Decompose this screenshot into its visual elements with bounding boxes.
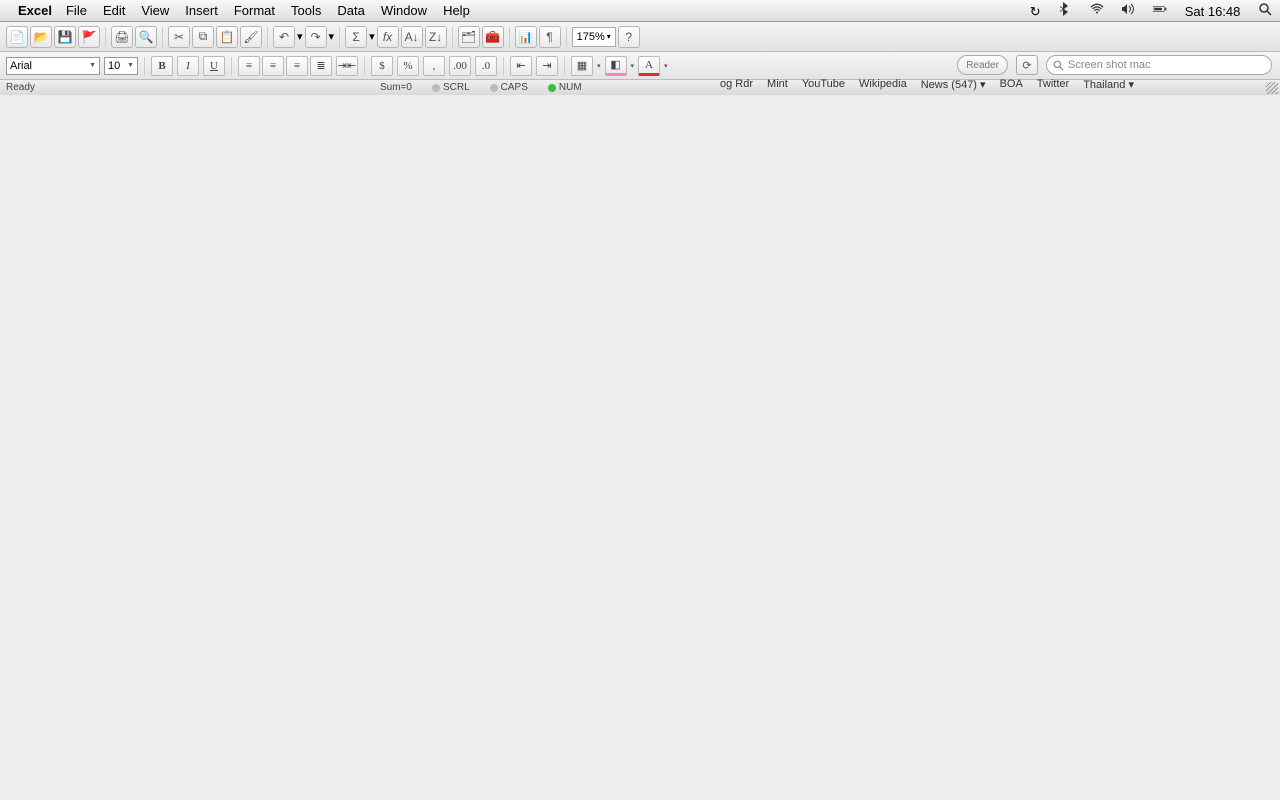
- chart-icon[interactable]: 📊: [515, 26, 537, 48]
- merge-cells-icon[interactable]: ⇥⇤: [336, 56, 358, 76]
- justify-icon[interactable]: ≣: [310, 56, 332, 76]
- menu-format[interactable]: Format: [234, 3, 275, 18]
- volume-icon[interactable]: [1121, 2, 1135, 16]
- reload-icon[interactable]: ⟳: [1016, 55, 1038, 75]
- formatting-toolbar: Arial▼ 10▼ B I U ≡ ≡ ≡ ≣ ⇥⇤ $ % , .00 .0…: [0, 52, 1280, 80]
- font-size-selector[interactable]: 10▼: [104, 57, 138, 75]
- font-size: 10: [108, 60, 120, 72]
- increase-decimal-icon[interactable]: .00: [449, 56, 471, 76]
- percent-icon[interactable]: %: [397, 56, 419, 76]
- new-workbook-icon[interactable]: 📄: [6, 26, 28, 48]
- borders-icon[interactable]: ▦: [571, 56, 593, 76]
- comma-icon[interactable]: ,: [423, 56, 445, 76]
- font-selector[interactable]: Arial▼: [6, 57, 100, 75]
- menu-insert[interactable]: Insert: [185, 3, 218, 18]
- menu-tools[interactable]: Tools: [291, 3, 321, 18]
- align-center-icon[interactable]: ≡: [262, 56, 284, 76]
- resize-corner[interactable]: [1266, 82, 1278, 94]
- redo-icon[interactable]: ↷: [305, 26, 327, 48]
- browser-search-field[interactable]: Screen shot mac: [1046, 55, 1272, 75]
- bookmark-item[interactable]: Wikipedia: [859, 78, 907, 92]
- zoom-value: 175%: [577, 31, 605, 43]
- open-icon[interactable]: 📂: [30, 26, 52, 48]
- mac-menubar: Excel File Edit View Insert Format Tools…: [0, 0, 1280, 22]
- save-icon[interactable]: 💾: [54, 26, 76, 48]
- menu-view[interactable]: View: [141, 3, 169, 18]
- bookmark-item[interactable]: Twitter: [1037, 78, 1069, 92]
- borders-dropdown-icon[interactable]: ▾: [597, 62, 601, 70]
- bold-button[interactable]: B: [151, 56, 173, 76]
- increase-indent-icon[interactable]: ⇥: [536, 56, 558, 76]
- bookmarks-bar-peek: og Rdr Mint YouTube Wikipedia News (547)…: [720, 78, 1240, 92]
- undo-icon[interactable]: ↶: [273, 26, 295, 48]
- menubar-right: ↻ Sat 16:48: [1016, 2, 1272, 20]
- clock-text[interactable]: Sat 16:48: [1185, 4, 1241, 19]
- autosum-icon[interactable]: Σ: [345, 26, 367, 48]
- function-icon[interactable]: fx: [377, 26, 399, 48]
- decrease-decimal-icon[interactable]: .0: [475, 56, 497, 76]
- menu-help[interactable]: Help: [443, 3, 470, 18]
- format-painter-icon[interactable]: 🖌: [240, 26, 262, 48]
- italic-button[interactable]: I: [177, 56, 199, 76]
- status-ready: Ready: [6, 82, 35, 93]
- search-placeholder: Screen shot mac: [1068, 59, 1151, 71]
- bluetooth-icon[interactable]: [1058, 2, 1072, 16]
- bookmark-item[interactable]: Mint: [767, 78, 788, 92]
- fill-color-dropdown-icon[interactable]: ▾: [631, 62, 635, 70]
- menu-edit[interactable]: Edit: [103, 3, 125, 18]
- bookmark-item[interactable]: News (547) ▾: [921, 78, 986, 92]
- search-icon: [1053, 60, 1064, 71]
- reader-button[interactable]: Reader: [957, 55, 1008, 75]
- status-sum: Sum=0: [380, 82, 412, 93]
- spotlight-icon[interactable]: [1258, 2, 1272, 16]
- align-right-icon[interactable]: ≡: [286, 56, 308, 76]
- app-menu[interactable]: Excel: [18, 3, 52, 18]
- excel-window: c OS X 📄 📂 💾 🚩 🖨 🔍 ✂ ⧉ 📋 🖌 ↶▾ ↷▾ Σ▾ fx A…: [0, 22, 1280, 95]
- bookmark-item[interactable]: Thailand ▾: [1083, 78, 1134, 92]
- standard-toolbar: 📄 📂 💾 🚩 🖨 🔍 ✂ ⧉ 📋 🖌 ↶▾ ↷▾ Σ▾ fx A↓ Z↓ 🗂 …: [0, 22, 1280, 52]
- toolbox-icon[interactable]: 🧰: [482, 26, 504, 48]
- align-left-icon[interactable]: ≡: [238, 56, 260, 76]
- copy-icon[interactable]: ⧉: [192, 26, 214, 48]
- battery-icon[interactable]: [1153, 2, 1167, 16]
- font-color-dropdown-icon[interactable]: ▾: [664, 62, 668, 70]
- print-icon[interactable]: 🖨: [111, 26, 133, 48]
- status-num: NUM: [548, 82, 582, 93]
- status-caps: CAPS: [490, 82, 528, 93]
- bookmark-item[interactable]: og Rdr: [720, 78, 753, 92]
- print-preview-icon[interactable]: 🔍: [135, 26, 157, 48]
- redo-dropdown-icon[interactable]: ▾: [329, 30, 335, 43]
- timemachine-icon[interactable]: ↻: [1030, 4, 1041, 20]
- menu-file[interactable]: File: [66, 3, 87, 18]
- font-name: Arial: [10, 60, 32, 72]
- fill-color-icon[interactable]: ◧: [605, 56, 627, 76]
- zoom-selector[interactable]: 175%▾: [572, 27, 616, 47]
- undo-dropdown-icon[interactable]: ▾: [297, 30, 303, 43]
- gallery-icon[interactable]: 🗂: [458, 26, 480, 48]
- sort-desc-icon[interactable]: Z↓: [425, 26, 447, 48]
- status-scrl: SCRL: [432, 82, 470, 93]
- font-color-icon[interactable]: A: [638, 56, 660, 76]
- flag-icon[interactable]: 🚩: [78, 26, 100, 48]
- bookmark-item[interactable]: BOA: [1000, 78, 1023, 92]
- show-hide-icon[interactable]: ¶: [539, 26, 561, 48]
- decrease-indent-icon[interactable]: ⇤: [510, 56, 532, 76]
- autosum-dropdown-icon[interactable]: ▾: [369, 30, 375, 43]
- safari-toolbar-peek: Reader ⟳ Screen shot mac: [957, 55, 1272, 75]
- wifi-icon[interactable]: [1090, 2, 1104, 16]
- help-icon[interactable]: ?: [618, 26, 640, 48]
- paste-icon[interactable]: 📋: [216, 26, 238, 48]
- menu-window[interactable]: Window: [381, 3, 427, 18]
- sort-asc-icon[interactable]: A↓: [401, 26, 423, 48]
- menu-data[interactable]: Data: [337, 3, 364, 18]
- bookmark-item[interactable]: YouTube: [802, 78, 845, 92]
- cut-icon[interactable]: ✂: [168, 26, 190, 48]
- currency-icon[interactable]: $: [371, 56, 393, 76]
- underline-button[interactable]: U: [203, 56, 225, 76]
